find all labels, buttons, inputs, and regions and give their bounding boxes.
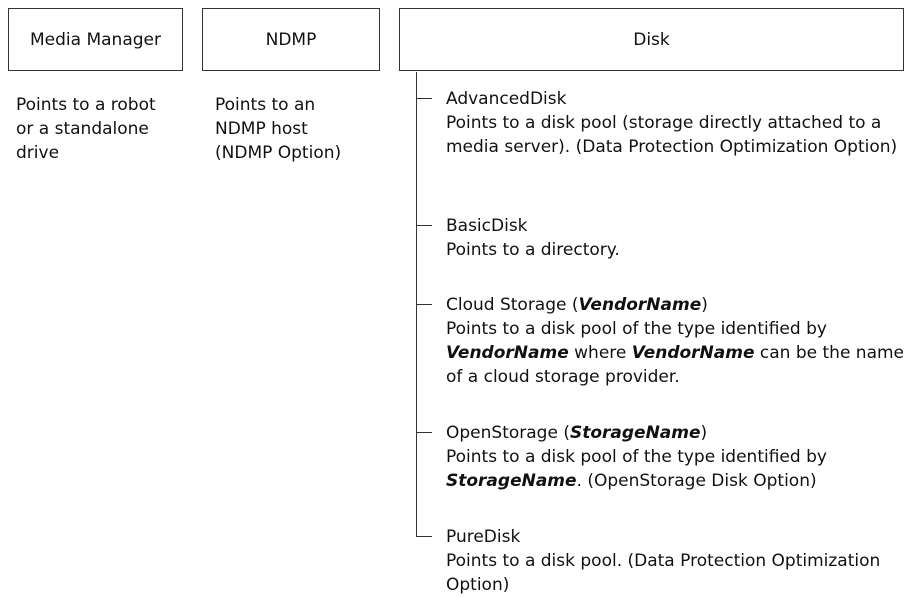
disk-type-description: Points to a directory.	[446, 240, 620, 260]
ndmp-label: NDMP	[265, 29, 317, 50]
disk-type-cloud-storage: Cloud Storage (VendorName) Points to a d…	[446, 293, 906, 389]
disk-label: Disk	[633, 29, 670, 50]
description-emphasis: VendorName	[446, 343, 569, 363]
disk-type-description: Points to a disk pool of the type identi…	[446, 445, 906, 493]
disk-type-puredisk: PureDisk Points to a disk pool. (Data Pr…	[446, 525, 906, 597]
branch-advanceddisk	[416, 98, 432, 99]
disk-box: Disk	[399, 8, 904, 71]
branch-basicdisk	[416, 225, 432, 226]
title-emphasis: StorageName	[569, 423, 701, 443]
description-emphasis: StorageName	[446, 471, 577, 491]
media-manager-description: Points to a robot or a standalone drive	[16, 95, 156, 163]
media-manager-box: Media Manager	[8, 8, 183, 71]
branch-cloud-storage	[416, 304, 432, 305]
ndmp-box: NDMP	[202, 8, 380, 71]
disk-type-description: Points to a disk pool of the type identi…	[446, 317, 906, 389]
disk-type-title: PureDisk	[446, 527, 521, 547]
title-emphasis: VendorName	[578, 295, 702, 315]
disk-type-title: OpenStorage (StorageName)	[446, 421, 906, 445]
description-part: . (OpenStorage Disk Option)	[576, 471, 817, 491]
disk-type-description: Points to a disk pool (storage directly …	[446, 113, 898, 157]
description-part: Points to a disk pool of the type identi…	[446, 447, 827, 467]
description-part: Points to a disk pool of the type identi…	[446, 319, 827, 339]
media-manager-label: Media Manager	[30, 29, 161, 50]
title-suffix: )	[701, 295, 708, 315]
disk-type-title: AdvancedDisk	[446, 89, 567, 109]
title-suffix: )	[700, 423, 708, 443]
branch-puredisk	[416, 536, 432, 537]
description-emphasis: VendorName	[631, 343, 755, 363]
disk-type-advanceddisk: AdvancedDisk Points to a disk pool (stor…	[446, 87, 906, 159]
branch-openstorage	[416, 432, 432, 433]
disk-type-title: Cloud Storage (VendorName)	[446, 293, 906, 317]
disk-type-title: BasicDisk	[446, 216, 528, 236]
description-part: where	[568, 343, 632, 363]
disk-type-description: Points to a disk pool. (Data Protection …	[446, 551, 881, 595]
title-prefix: Cloud Storage (	[446, 295, 579, 315]
title-prefix: OpenStorage (	[446, 423, 570, 443]
disk-type-openstorage: OpenStorage (StorageName) Points to a di…	[446, 421, 906, 493]
disk-type-basicdisk: BasicDisk Points to a directory.	[446, 214, 906, 262]
ndmp-description: Points to an NDMP host (NDMP Option)	[215, 95, 342, 163]
